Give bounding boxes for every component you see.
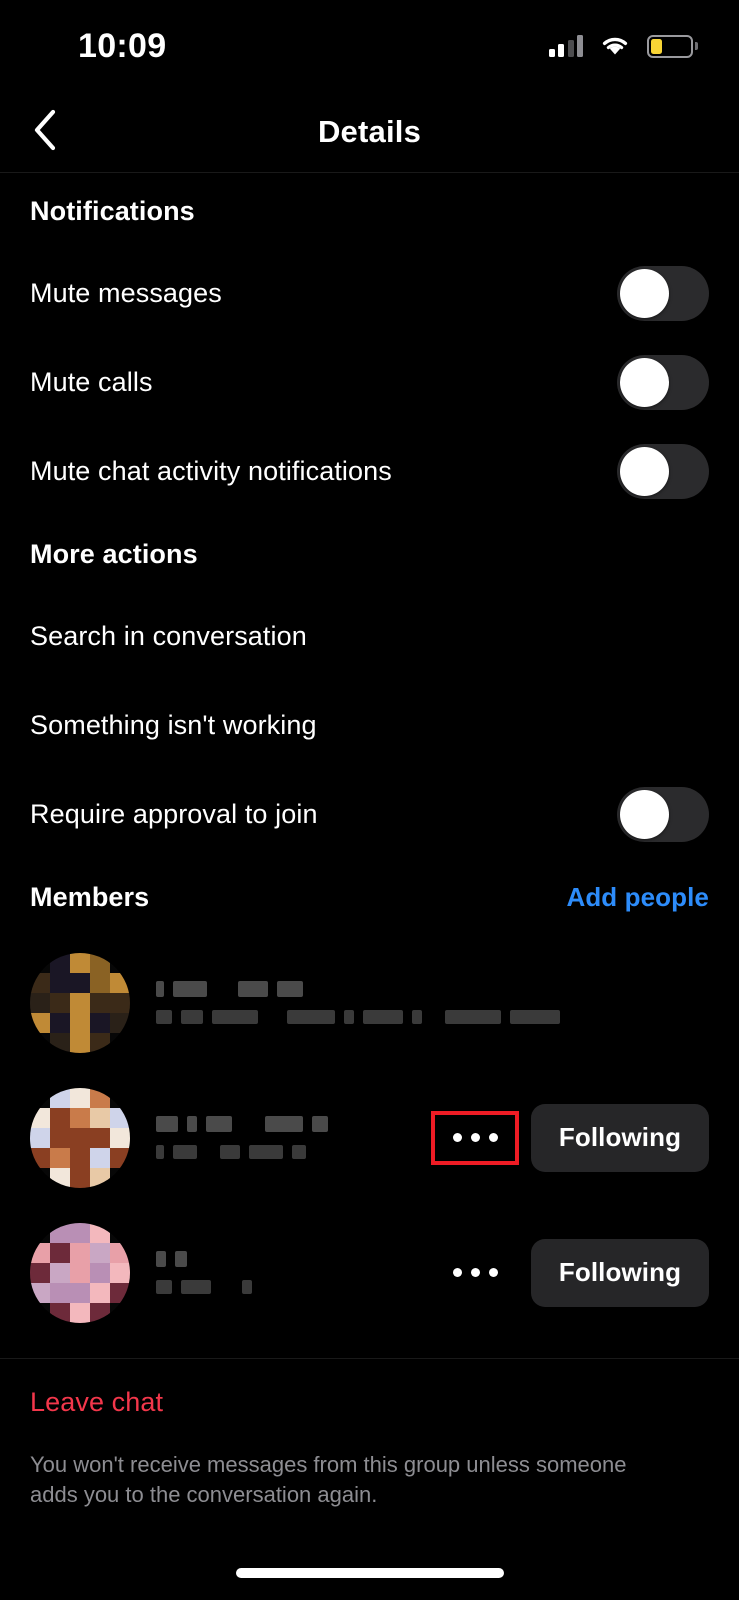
row-label: Mute calls	[30, 367, 153, 397]
section-header-members: Members Add people	[0, 859, 739, 935]
member-actions: Following	[431, 1103, 709, 1172]
phone-screen: 10:09 Details Notifications Mute message…	[0, 0, 739, 1600]
section-title: Notifications	[30, 195, 195, 226]
row-mute-messages[interactable]: Mute messages	[0, 249, 739, 338]
following-button[interactable]: Following	[531, 1238, 709, 1307]
member-row[interactable]: Following	[0, 1070, 739, 1205]
row-label: Mute chat activity notifications	[30, 456, 392, 486]
battery-low-icon	[647, 34, 698, 58]
section-title: Members	[30, 881, 150, 912]
member-row[interactable]	[0, 935, 739, 1070]
row-label: Something isn't working	[30, 710, 317, 740]
more-options-icon[interactable]	[435, 1250, 515, 1296]
wifi-icon	[600, 35, 630, 57]
following-button[interactable]: Following	[531, 1103, 709, 1172]
toggle-mute-calls[interactable]	[617, 355, 709, 410]
toggle-require-approval[interactable]	[617, 787, 709, 842]
toggle-knob	[620, 790, 669, 839]
leave-chat-note: You won't receive messages from this gro…	[30, 1452, 627, 1508]
section-header-more-actions: More actions	[0, 516, 739, 592]
status-bar-time: 10:09	[78, 27, 167, 65]
member-text	[156, 981, 709, 1024]
section-title: More actions	[30, 538, 198, 569]
member-row[interactable]: Following	[0, 1205, 739, 1340]
navigation-bar: Details	[0, 92, 739, 172]
member-text	[156, 1251, 409, 1294]
home-indicator[interactable]	[235, 1568, 504, 1578]
status-bar: 10:09	[0, 0, 739, 92]
chevron-left-icon	[32, 108, 58, 157]
more-options-icon[interactable]	[431, 1110, 519, 1165]
leave-chat-button[interactable]: Leave chat	[0, 1358, 739, 1446]
member-subtitle	[156, 1010, 709, 1024]
toggle-knob	[620, 269, 669, 318]
row-require-approval-to-join[interactable]: Require approval to join	[0, 770, 739, 859]
member-actions: Following	[435, 1238, 709, 1307]
row-label: Search in conversation	[30, 621, 307, 651]
avatar	[30, 1087, 130, 1188]
toggle-mute-messages[interactable]	[617, 266, 709, 321]
toggle-mute-chat-activity[interactable]	[617, 444, 709, 499]
row-mute-calls[interactable]: Mute calls	[0, 338, 739, 427]
toggle-knob	[620, 358, 669, 407]
row-label: Mute messages	[30, 278, 222, 308]
back-button[interactable]	[12, 92, 78, 172]
avatar	[30, 1222, 130, 1323]
cellular-signal-icon	[548, 35, 583, 57]
settings-list: Notifications Mute messages Mute calls M…	[0, 173, 739, 1340]
avatar	[30, 952, 130, 1053]
row-label: Require approval to join	[30, 799, 318, 829]
member-name	[156, 981, 709, 997]
member-name	[156, 1251, 409, 1267]
row-something-isnt-working[interactable]: Something isn't working	[0, 681, 739, 770]
page-title: Details	[317, 114, 422, 149]
status-bar-icons	[548, 34, 698, 58]
section-header-notifications: Notifications	[0, 173, 739, 249]
member-name	[156, 1116, 409, 1132]
member-text	[156, 1116, 409, 1159]
member-subtitle	[156, 1145, 409, 1159]
member-subtitle	[156, 1280, 409, 1294]
toggle-knob	[620, 447, 669, 496]
footer-section: Leave chat You won't receive messages fr…	[0, 1358, 739, 1511]
add-people-button[interactable]: Add people	[566, 882, 709, 913]
row-mute-chat-activity-notifications[interactable]: Mute chat activity notifications	[0, 427, 739, 516]
row-search-in-conversation[interactable]: Search in conversation	[0, 592, 739, 681]
